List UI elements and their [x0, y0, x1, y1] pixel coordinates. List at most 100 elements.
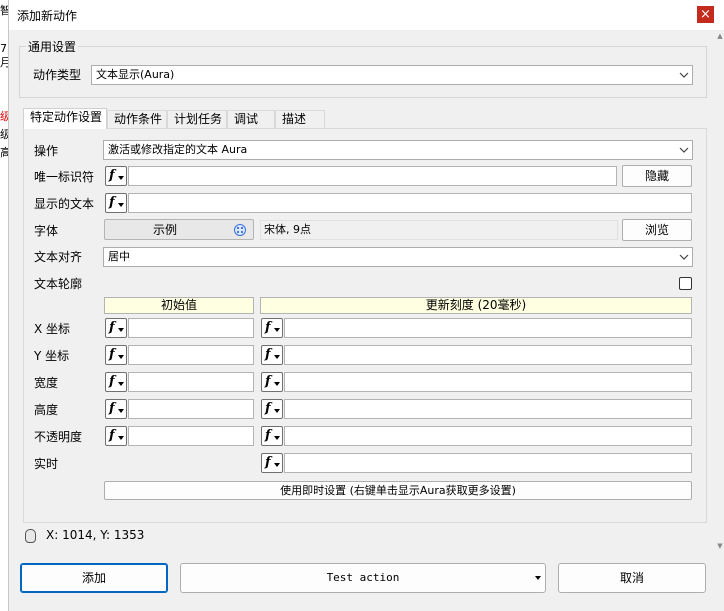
width-initial-input[interactable] [128, 372, 254, 392]
function-icon: f [265, 347, 271, 362]
palette-icon [234, 224, 246, 236]
y-initial-function-button[interactable]: f [105, 345, 127, 365]
chevron-down-icon [679, 147, 689, 153]
row-label: 高度 [34, 403, 59, 417]
align-select[interactable]: 居中 [103, 247, 693, 267]
action-type-value: 文本显示(Aura) [96, 68, 175, 81]
tab-label: 计划任务 [174, 112, 223, 126]
y-update-function-button[interactable]: f [261, 345, 283, 365]
realtime-label: 实时 [34, 457, 59, 471]
browse-button[interactable]: 浏览 [622, 219, 692, 241]
realtime-function-button[interactable]: f [261, 453, 283, 473]
display-text-function-button[interactable]: f [105, 193, 127, 213]
dropdown-arrow-icon[interactable] [535, 576, 541, 581]
dropdown-arrow-icon [118, 328, 124, 332]
row-label: X 坐标 [34, 322, 71, 336]
uid-input[interactable] [128, 166, 617, 186]
function-icon: f [109, 168, 115, 183]
height-update-input[interactable] [284, 399, 692, 419]
dropdown-arrow-icon [274, 409, 280, 413]
row-label: 不透明度 [34, 430, 83, 444]
test-action-button[interactable]: Test action [180, 563, 546, 593]
tab-specific-settings[interactable]: 特定动作设置 [23, 108, 107, 129]
dropdown-arrow-icon [118, 436, 124, 440]
title-bar[interactable]: 添加新动作 × [9, 0, 724, 30]
operation-label: 操作 [34, 144, 59, 158]
width-update-function-button[interactable]: f [261, 372, 283, 392]
height-initial-input[interactable] [128, 399, 254, 419]
x-initial-input[interactable] [128, 318, 254, 338]
y-update-input[interactable] [284, 345, 692, 365]
close-icon: × [700, 7, 711, 22]
width-initial-function-button[interactable]: f [105, 372, 127, 392]
opacity-initial-input[interactable] [128, 426, 254, 446]
x-initial-function-button[interactable]: f [105, 318, 127, 338]
height-update-function-button[interactable]: f [261, 399, 283, 419]
cancel-button[interactable]: 取消 [558, 563, 706, 593]
operation-select[interactable]: 激活或修改指定的文本 Aura [103, 140, 693, 160]
dropdown-arrow-icon [274, 355, 280, 359]
font-sample-button[interactable]: 示例 [104, 219, 254, 240]
uid-label: 唯一标识符 [34, 170, 95, 184]
font-sample-text: 示例 [152, 223, 177, 237]
function-icon: f [265, 320, 271, 335]
opacity-initial-function-button[interactable]: f [105, 426, 127, 446]
function-icon: f [265, 374, 271, 389]
action-type-select[interactable]: 文本显示(Aura) [91, 65, 693, 85]
status-bar: X: 1014, Y: 1353 [19, 526, 709, 546]
chevron-down-icon [679, 72, 689, 78]
test-action-label: Test action [326, 571, 400, 584]
outline-label: 文本轮廓 [34, 277, 83, 291]
action-type-label: 动作类型 [33, 68, 82, 82]
tab-schedule[interactable]: 计划任务 [167, 110, 227, 128]
dropdown-arrow-icon [274, 382, 280, 386]
initial-value-header: 初始值 [104, 297, 254, 314]
scroll-up-icon[interactable]: ▲ [716, 32, 724, 40]
font-description: 宋体, 9点 [260, 220, 618, 240]
add-action-dialog: 添加新动作 × 通用设置 动作类型 文本显示(Aura) 特定动作设置 动作条件… [8, 0, 724, 611]
general-settings-legend: 通用设置 [26, 38, 79, 55]
tab-label: 动作条件 [114, 112, 163, 126]
align-label: 文本对齐 [34, 250, 83, 264]
realtime-input[interactable] [284, 453, 692, 473]
close-button[interactable]: × [697, 6, 714, 23]
x-update-input[interactable] [284, 318, 692, 338]
function-icon: f [265, 428, 271, 443]
outline-checkbox[interactable] [679, 277, 692, 290]
row-label: 宽度 [34, 376, 59, 390]
tab-label: 描述 [282, 112, 307, 126]
function-icon: f [109, 320, 115, 335]
function-icon: f [109, 401, 115, 416]
align-value: 居中 [108, 250, 130, 263]
function-icon: f [265, 455, 271, 470]
width-update-input[interactable] [284, 372, 692, 392]
opacity-update-function-button[interactable]: f [261, 426, 283, 446]
opacity-update-input[interactable] [284, 426, 692, 446]
add-button[interactable]: 添加 [20, 563, 168, 593]
hide-button[interactable]: 隐藏 [622, 165, 692, 187]
x-update-function-button[interactable]: f [261, 318, 283, 338]
tab-conditions[interactable]: 动作条件 [107, 110, 167, 128]
tab-description[interactable]: 描述 [275, 110, 325, 128]
dropdown-arrow-icon [274, 463, 280, 467]
scrollbar[interactable]: ▲ ▼ [715, 30, 724, 611]
display-text-input[interactable] [128, 193, 692, 213]
tab-label: 调试 [234, 112, 259, 126]
dropdown-arrow-icon [118, 176, 124, 180]
function-icon: f [109, 195, 115, 210]
mouse-coordinates: X: 1014, Y: 1353 [46, 528, 145, 542]
uid-function-button[interactable]: f [105, 166, 127, 186]
live-settings-button[interactable]: 使用即时设置 (右键单击显示Aura获取更多设置) [104, 481, 692, 500]
y-initial-input[interactable] [128, 345, 254, 365]
mouse-icon [25, 529, 36, 543]
height-initial-function-button[interactable]: f [105, 399, 127, 419]
tab-label: 特定动作设置 [30, 110, 103, 124]
scroll-down-icon[interactable]: ▼ [716, 542, 724, 550]
tab-debug[interactable]: 调试 [227, 110, 275, 128]
dropdown-arrow-icon [118, 409, 124, 413]
window-title: 添加新动作 [17, 9, 78, 23]
background-text: 7 [0, 42, 7, 55]
update-interval-header: 更新刻度 (20毫秒) [260, 297, 692, 314]
operation-value: 激活或修改指定的文本 Aura [108, 143, 248, 156]
font-label: 字体 [34, 224, 59, 238]
